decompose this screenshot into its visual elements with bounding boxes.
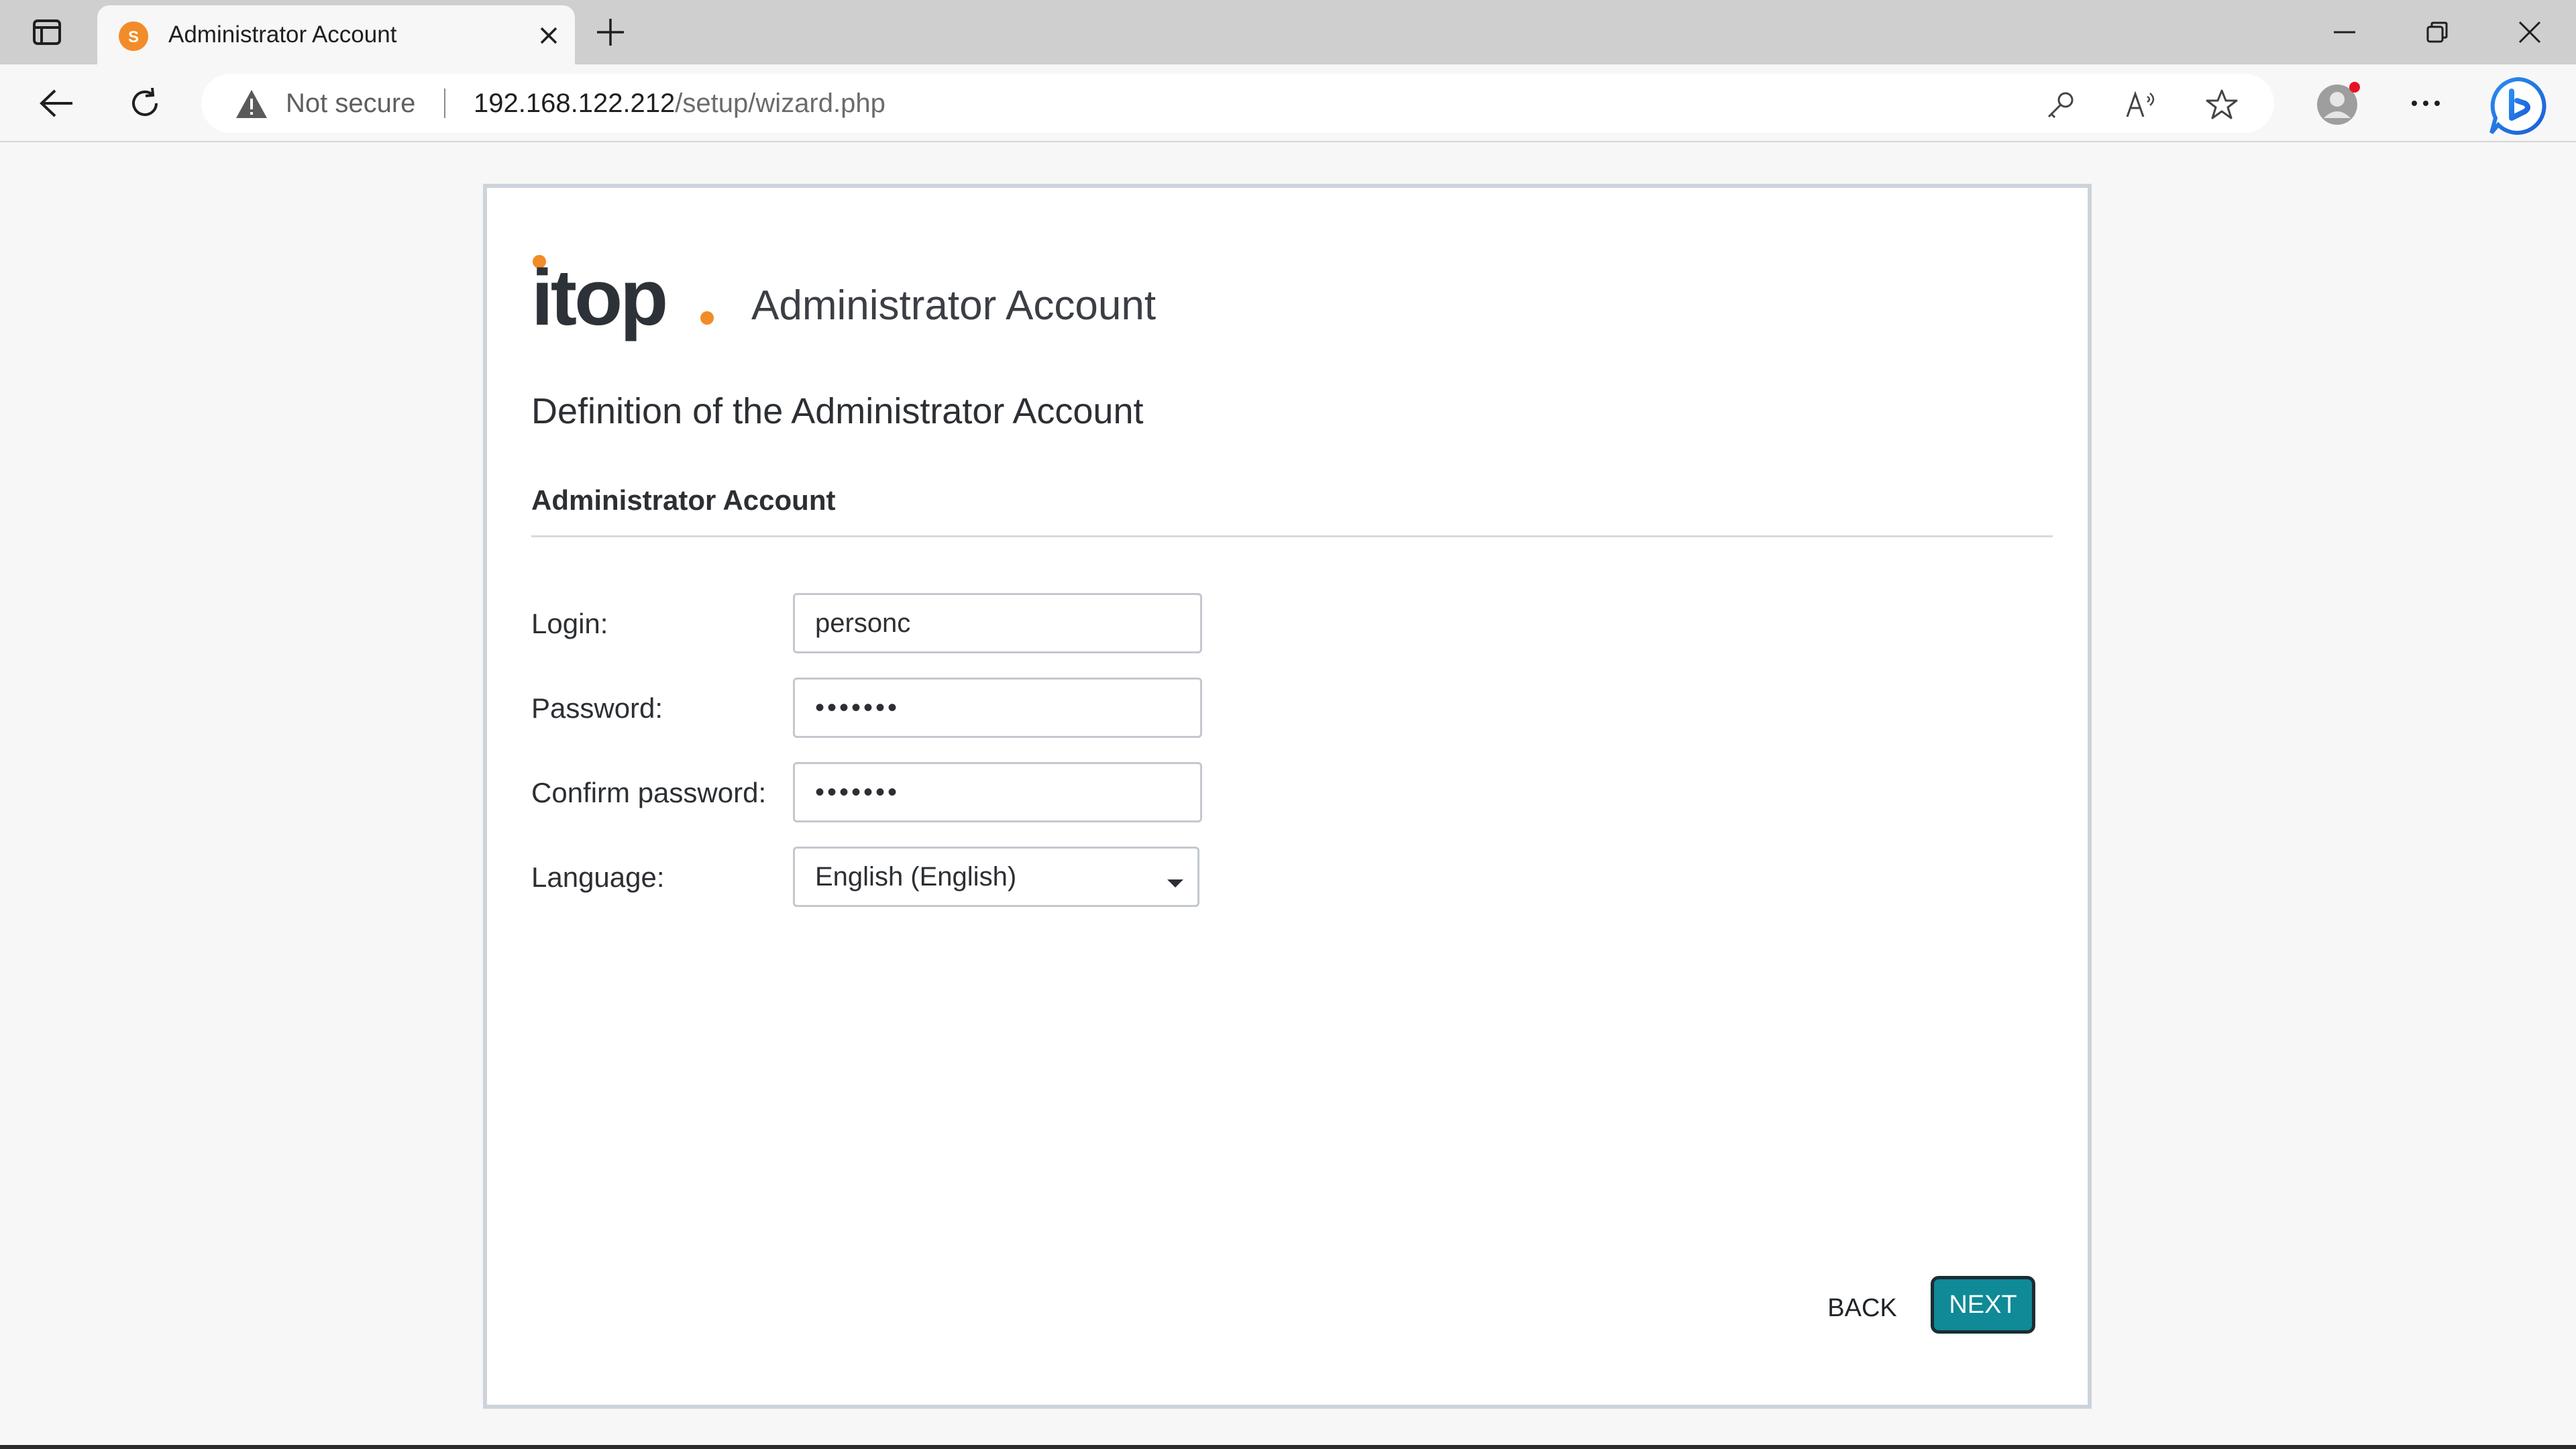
back-arrow-icon[interactable]: [32, 79, 80, 127]
favorite-star-icon[interactable]: [2203, 86, 2241, 123]
login-input[interactable]: [793, 593, 1202, 653]
back-button[interactable]: BACK: [1815, 1280, 1909, 1336]
restore-icon[interactable]: [2407, 12, 2467, 52]
address-bar[interactable]: Not secure 192.168.122.212/setup/wizard.…: [201, 74, 2274, 133]
key-icon[interactable]: [2042, 86, 2080, 123]
browser-tab-active[interactable]: S Administrator Account: [97, 5, 575, 64]
plus-icon[interactable]: [590, 13, 631, 51]
url-text[interactable]: 192.168.122.212/setup/wizard.php: [474, 89, 885, 119]
password-label: Password:: [531, 692, 663, 724]
bing-icon[interactable]: [2486, 74, 2551, 138]
profile-notification-dot: [2349, 82, 2360, 93]
profile-icon[interactable]: [2313, 78, 2364, 129]
setup-wizard-panel: itop Administrator Account Definition of…: [483, 184, 2092, 1409]
tab-strip: S Administrator Account: [0, 0, 2576, 64]
login-label: Login:: [531, 608, 608, 639]
warning-icon[interactable]: [235, 89, 268, 119]
section-divider: [531, 535, 2053, 537]
more-icon[interactable]: [2402, 79, 2450, 127]
language-label: Language:: [531, 861, 665, 893]
svg-text:itop: itop: [531, 254, 665, 342]
read-aloud-icon[interactable]: [2123, 86, 2160, 123]
svg-text:S: S: [128, 28, 139, 46]
language-select[interactable]: English (English): [793, 847, 1199, 907]
tab-title: Administrator Account: [168, 21, 397, 48]
url-path: /setup/wizard.php: [675, 89, 885, 118]
window-bottom-edge: [0, 1445, 2576, 1449]
password-input[interactable]: [793, 678, 1202, 738]
url-host: 192.168.122.212: [474, 89, 676, 118]
browser-toolbar: Not secure 192.168.122.212/setup/wizard.…: [0, 64, 2576, 142]
wizard-step-subtitle: Definition of the Administrator Account: [531, 391, 1144, 431]
refresh-icon[interactable]: [121, 79, 169, 127]
next-button[interactable]: NEXT: [1931, 1276, 2035, 1334]
chevron-down-icon: [1165, 877, 1185, 889]
security-status[interactable]: Not secure: [286, 89, 415, 119]
wizard-header-title: Administrator Account: [751, 282, 1157, 329]
confirm-password-label: Confirm password:: [531, 777, 767, 808]
window-close-icon[interactable]: [2500, 12, 2560, 52]
minimize-icon[interactable]: [2314, 12, 2375, 52]
section-title: Administrator Account: [531, 484, 836, 516]
tab-actions-icon[interactable]: [27, 15, 67, 50]
language-selected-value: English (English): [815, 862, 1017, 892]
itop-logo: itop: [531, 252, 719, 346]
itop-favicon-icon: S: [117, 20, 150, 52]
address-divider: [444, 89, 445, 118]
page-viewport: itop Administrator Account Definition of…: [0, 142, 2576, 1445]
confirm-password-input[interactable]: [793, 762, 1202, 822]
close-icon[interactable]: [533, 20, 564, 51]
